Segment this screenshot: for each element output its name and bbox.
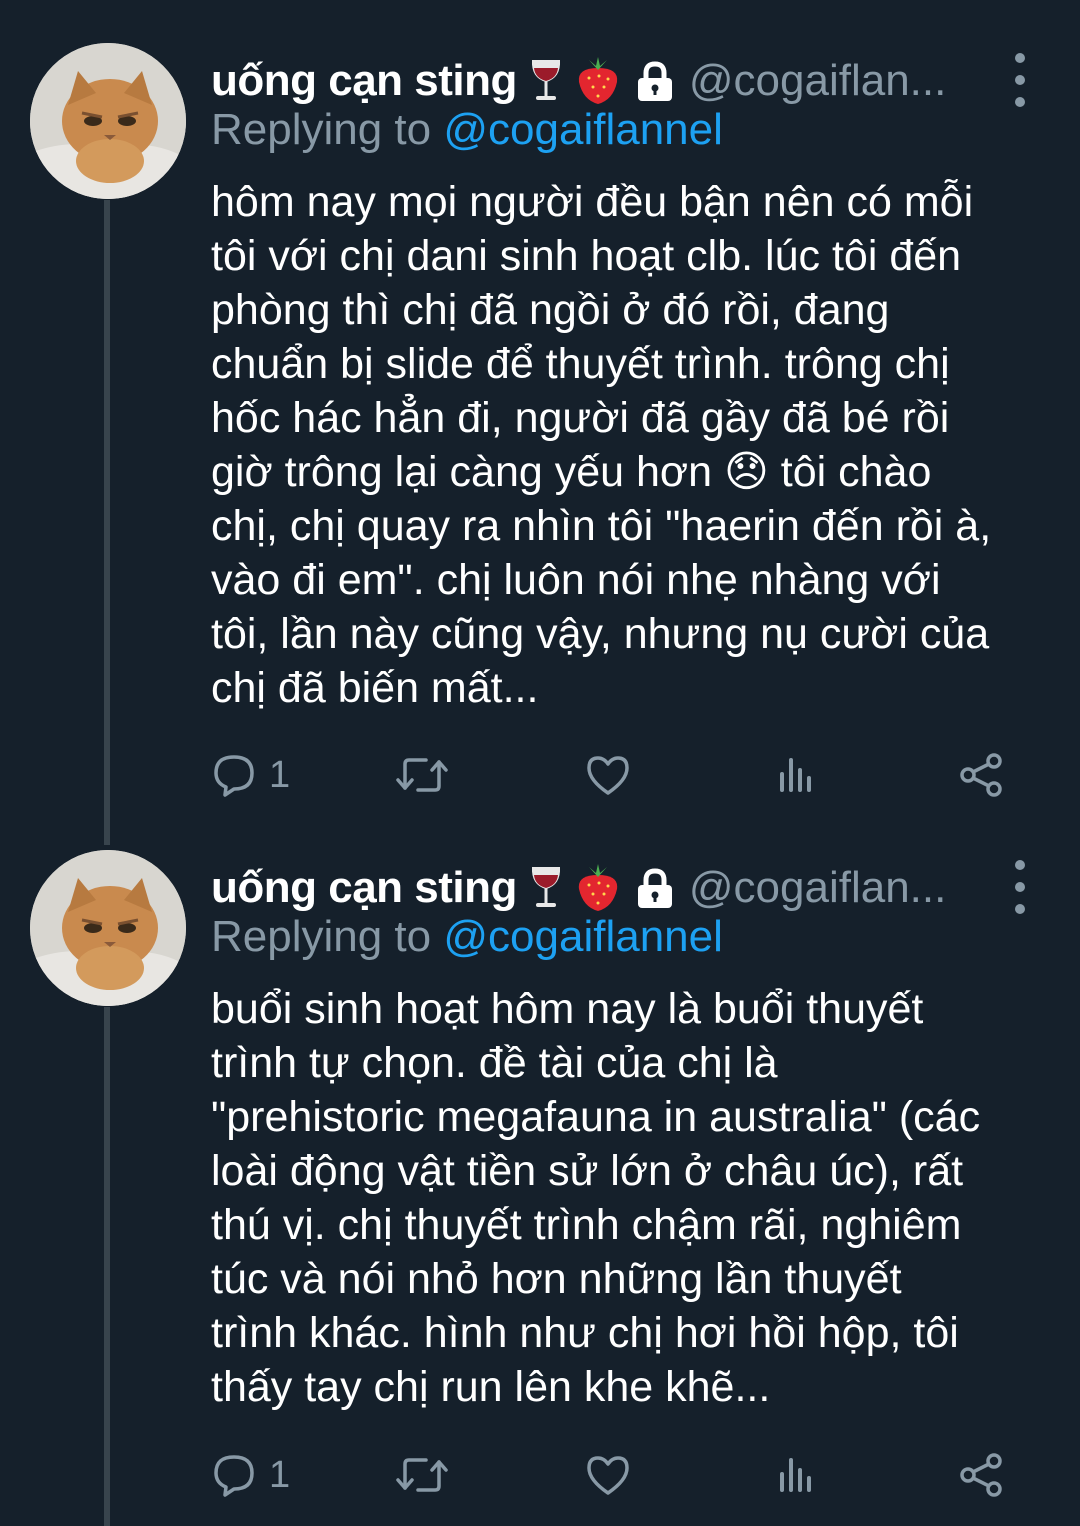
more-options-icon[interactable]	[1008, 860, 1032, 914]
retweet-icon	[396, 1458, 448, 1492]
retweet-icon	[396, 758, 448, 792]
tweet-text-line: phòng thì chị đã ngồi ở đó rồi, đang	[211, 286, 890, 334]
reply-count: 1	[269, 753, 291, 796]
tweet-text-line: thấy tay chị run lên khe khẽ...	[211, 1363, 771, 1411]
share-icon	[960, 753, 1002, 797]
replying-to: Replying to @cogaiflannel	[211, 912, 723, 962]
analytics-icon	[780, 1458, 811, 1492]
avatar[interactable]	[30, 850, 186, 1006]
tweet-text-line: giờ trông lại càng yếu hơn 😞 tôi chào	[211, 448, 932, 496]
tweet-text-line: tôi, lần này cũng vậy, nhưng nụ cười của	[211, 610, 990, 658]
strawberry-icon	[575, 56, 621, 106]
reply-button[interactable]: 1	[211, 1445, 290, 1505]
tweet-text-line: buổi sinh hoạt hôm nay là buổi thuyết	[211, 985, 924, 1033]
tweet-text-line: "prehistoric megafauna in australia" (cá…	[211, 1093, 981, 1141]
tweet-text: hôm nay mọi người đều bận nên có mỗi tôi…	[211, 175, 1056, 715]
replying-to-handle-link[interactable]: @cogaiflannel	[443, 105, 723, 154]
share-icon	[960, 1453, 1002, 1497]
more-options-icon[interactable]	[1008, 53, 1032, 107]
wine-glass-icon	[529, 865, 563, 911]
avatar[interactable]	[30, 43, 186, 199]
tweet-text-line: chị đã biến mất...	[211, 664, 539, 712]
tweet-actions: 1	[211, 1445, 1011, 1505]
tweet-text: buổi sinh hoạt hôm nay là buổi thuyết tr…	[211, 982, 1056, 1414]
heart-icon	[587, 756, 629, 795]
tweet[interactable]: uống cạn sting @cogaiflan... Replying to…	[0, 43, 1080, 823]
tweet-text-line: chị, chị quay ra nhìn tôi "haerin đến rồ…	[211, 502, 992, 550]
replying-to-label: Replying to	[211, 912, 432, 961]
analytics-icon	[780, 758, 811, 792]
tweet-text-line: trình tự chọn. đề tài của chị là	[211, 1039, 778, 1087]
replying-to-handle-link[interactable]: @cogaiflannel	[443, 912, 723, 961]
tweet-text-line: chuẩn bị slide để thuyết trình. trông ch…	[211, 340, 950, 388]
tweet-actions: 1	[211, 745, 1011, 805]
heart-icon	[587, 1456, 629, 1495]
display-name[interactable]: uống cạn sting	[211, 56, 517, 106]
wine-glass-icon	[529, 58, 563, 104]
analytics-button[interactable]	[774, 1445, 818, 1505]
cat-avatar-image	[30, 43, 186, 199]
tweet[interactable]: uống cạn sting @cogaiflan... Replying to…	[0, 850, 1080, 1526]
tweet-header: uống cạn sting @cogaiflan...	[211, 51, 1040, 111]
lock-icon	[633, 866, 677, 910]
tweet-text-line: tôi với chị dani sinh hoạt clb. lúc tôi …	[211, 232, 962, 280]
reply-count: 1	[269, 1453, 291, 1496]
tweet-text-line: loài động vật tiền sử lớn ở châu úc), rấ…	[211, 1147, 964, 1195]
reply-icon	[214, 755, 254, 797]
tweet-text-line: trình khác. hình như chị hơi hồi hộp, tô…	[211, 1309, 959, 1357]
replying-to: Replying to @cogaiflannel	[211, 105, 723, 155]
tweet-header: uống cạn sting @cogaiflan...	[211, 858, 1040, 918]
tweet-text-line: hôm nay mọi người đều bận nên có mỗi	[211, 178, 974, 226]
cat-avatar-image	[30, 850, 186, 1006]
tweet-text-line: vào đi em". chị luôn nói nhẹ nhàng với	[211, 556, 941, 604]
author-handle[interactable]: @cogaiflan...	[689, 56, 946, 106]
tweet-text-line: hốc hác hẳn đi, người đã gầy đã bé rồi	[211, 394, 950, 442]
reply-button[interactable]: 1	[211, 745, 290, 805]
tweet-text-line: túc và nói nhỏ hơn những lần thuyết	[211, 1255, 902, 1303]
reply-icon	[214, 1455, 254, 1497]
author-handle[interactable]: @cogaiflan...	[689, 863, 946, 913]
retweet-button[interactable]	[394, 745, 450, 805]
tweet-text-line: thú vị. chị thuyết trình chậm rãi, nghiê…	[211, 1201, 962, 1249]
analytics-button[interactable]	[774, 745, 818, 805]
retweet-button[interactable]	[394, 1445, 450, 1505]
thread-view: uống cạn sting @cogaiflan... Replying to…	[0, 0, 1080, 1526]
share-button[interactable]	[958, 1445, 1006, 1505]
strawberry-icon	[575, 863, 621, 913]
replying-to-label: Replying to	[211, 105, 432, 154]
lock-icon	[633, 59, 677, 103]
like-button[interactable]	[584, 745, 632, 805]
like-button[interactable]	[584, 1445, 632, 1505]
display-name[interactable]: uống cạn sting	[211, 863, 517, 913]
share-button[interactable]	[958, 745, 1006, 805]
